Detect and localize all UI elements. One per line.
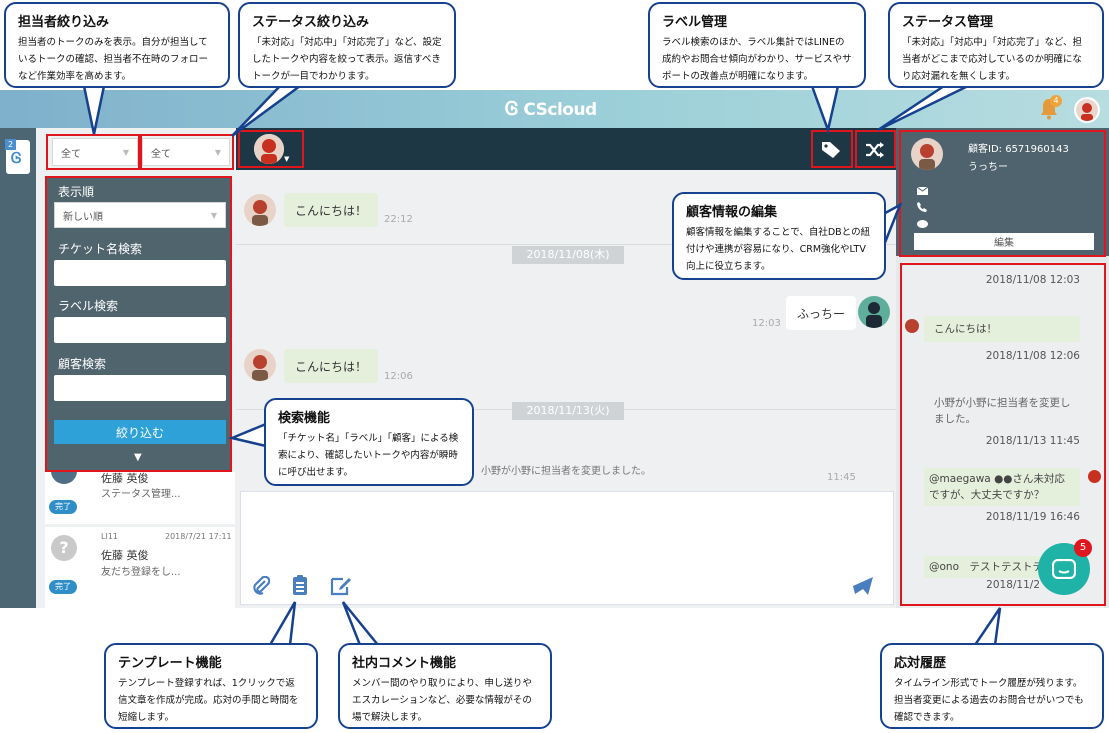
- callout-title: テンプレート機能: [118, 656, 222, 671]
- collapse-arrow-icon[interactable]: ▼: [134, 452, 142, 463]
- callout-status-filter: ステータス絞り込み 「未対応」「対応中」「対応完了」など、設定したトークや内容を…: [238, 2, 456, 88]
- callout-assignee-filter: 担当者絞り込み 担当者のトークのみを表示。自分が担当しているトークの確認、担当者…: [4, 2, 230, 88]
- bell-badge: 4: [1050, 95, 1062, 107]
- system-message: 小野が小野に担当者を変更しました。: [481, 466, 651, 477]
- bell-icon[interactable]: 4: [1040, 95, 1062, 120]
- user-avatar[interactable]: [1074, 97, 1100, 123]
- callout-title: ステータス管理: [902, 15, 994, 30]
- callout-body: テンプレート登録すれば、1クリックで返信文章を作成が完成。応対の手間と時間を短縮…: [118, 678, 299, 723]
- apply-filter-button[interactable]: 絞り込む: [54, 420, 226, 444]
- ticket-date: 2018/7/21 17:11: [165, 532, 232, 541]
- customer-search-input[interactable]: [54, 375, 226, 401]
- callout-label-management: ラベル管理 ラベル検索のほか、ラベル集計ではLINEの成約やお問合せ傾向がわかり…: [648, 2, 866, 88]
- avatar: [1088, 470, 1101, 483]
- label-search-label: ラベル検索: [58, 299, 119, 313]
- ticket-snippet: ステータス管理...: [101, 489, 181, 500]
- callout-title: ラベル管理: [662, 15, 728, 30]
- contact-avatar[interactable]: [254, 134, 284, 164]
- timeline-time: 2018/11/08 12:03: [985, 274, 1080, 286]
- date-separator: 2018/11/13(火): [512, 402, 624, 420]
- callout-history: 応対履歴 タイムライン形式でトーク履歴が残ります。担当者変更による過去のお問合せ…: [880, 643, 1104, 729]
- label-search-input[interactable]: [54, 317, 226, 343]
- timeline-message: @ono テストテストテ: [924, 556, 1042, 578]
- message-time: 11:45: [827, 472, 856, 483]
- chevron-down-icon: ▼: [210, 210, 217, 220]
- callout-body: ラベル検索のほか、ラベル集計ではLINEの成約やお問合せ傾向がわかり、サービスや…: [662, 37, 852, 82]
- customer-avatar: [911, 138, 943, 170]
- shuffle-icon[interactable]: [858, 134, 892, 166]
- customer-name: うっちー: [968, 162, 1008, 173]
- avatar: ?: [51, 535, 77, 561]
- timeline-message: @maegawa ●●さん未対応ですが、大丈夫ですか？: [924, 468, 1080, 506]
- timeline-time: 2018/11/19 16:46: [985, 511, 1080, 523]
- edit-customer-button[interactable]: 編集: [914, 233, 1094, 250]
- callout-internal-comment: 社内コメント機能 メンバー間のやり取りにより、申し送りやエスカレーションなど、必…: [338, 643, 552, 729]
- chevron-down-icon[interactable]: ▼: [284, 155, 289, 163]
- callout-title: 検索機能: [278, 411, 331, 426]
- customer-search-label: 顧客検索: [58, 357, 107, 371]
- ticket-search-label: チケット名検索: [58, 242, 143, 256]
- message-time: 22:12: [384, 214, 413, 225]
- chevron-down-icon: ▼: [214, 147, 221, 157]
- timeline-time: 2018/11/13 11:45: [985, 435, 1080, 447]
- ticket-id: LI11: [101, 532, 118, 541]
- customer-id: 顧客ID: 6571960143: [968, 144, 1069, 155]
- feature-overview: Ꮆ CScloud 4 2 Ꮆ 全て ▼ 全て ▼ 佐藤 英俊 ステータス管理...…: [0, 0, 1109, 733]
- ticket-item[interactable]: 佐藤 英俊 ステータス管理... 完了: [45, 466, 235, 524]
- message-bubble: こんにちは！: [284, 193, 379, 227]
- timeline-time: 2018/11/2: [986, 579, 1040, 591]
- timeline-message: こんにちは！: [924, 316, 1080, 342]
- date-separator: 2018/11/08(木): [512, 246, 624, 264]
- callout-body: メンバー間のやり取りにより、申し送りやエスカレーションなど、必要な情報がその場で…: [352, 678, 532, 723]
- tag-icon[interactable]: [814, 134, 848, 166]
- timeline-message: 小野が小野に担当者を変更しました。: [934, 397, 1071, 425]
- chat-header: [236, 128, 896, 170]
- callout-body: タイムライン形式でトーク履歴が残ります。担当者変更による過去のお問合せがいつでも…: [894, 678, 1084, 723]
- sort-label: 表示順: [58, 185, 95, 199]
- status-badge: 完了: [49, 580, 77, 594]
- assignee-filter-select[interactable]: 全て ▼: [52, 138, 138, 166]
- contact-avatar: [244, 349, 276, 381]
- agent-avatar: [858, 296, 890, 328]
- callout-body: 「未対応」「対応中」「対応完了」など、設定したトークや内容を絞って表示。返信すべ…: [252, 37, 442, 82]
- message-time: 12:03: [752, 318, 781, 329]
- chat-icon: [917, 214, 928, 233]
- avatar: [905, 319, 919, 333]
- ticket-name: 佐藤 英俊: [101, 472, 149, 485]
- template-icon[interactable]: [292, 574, 308, 600]
- callout-body: 顧客情報を編集することで、自社DBとの紐付けや連携が容易になり、CRM強化やLT…: [686, 227, 871, 272]
- send-icon[interactable]: [852, 576, 874, 600]
- comment-icon[interactable]: [330, 574, 352, 600]
- message-bubble: こんにちは！: [284, 349, 379, 383]
- timeline-time: 2018/11/08 12:06: [985, 350, 1080, 362]
- workspace-icon[interactable]: 2 Ꮆ: [5, 139, 30, 174]
- callout-title: 顧客情報の編集: [686, 205, 778, 220]
- callout-customer-edit: 顧客情報の編集 顧客情報を編集することで、自社DBとの紐付けや連携が容易になり、…: [672, 192, 886, 280]
- side-rail: [0, 128, 36, 608]
- message-time: 12:06: [384, 371, 413, 382]
- chat-widget-badge: 5: [1074, 539, 1092, 557]
- callout-template: テンプレート機能 テンプレート登録すれば、1クリックで返信文章を作成が完成。応対…: [104, 643, 318, 729]
- callout-body: 担当者のトークのみを表示。自分が担当しているトークの確認、担当者不在時のフォロー…: [18, 37, 209, 82]
- ticket-snippet: 友だち登録をし...: [101, 567, 181, 578]
- attachment-icon[interactable]: [252, 575, 271, 600]
- callout-body: 「未対応」「対応中」「対応完了」など、担当者がどこまで応対しているのか明確になり…: [902, 37, 1083, 82]
- callout-body: 「チケット名」「ラベル」「顧客」による検索により、確認したいトークや内容が瞬時に…: [278, 433, 459, 478]
- status-filter-select[interactable]: 全て ▼: [142, 138, 230, 166]
- callout-title: ステータス絞り込み: [252, 15, 370, 30]
- status-badge: 完了: [49, 500, 77, 514]
- ticket-name: 佐藤 英俊: [101, 549, 149, 562]
- callout-title: 担当者絞り込み: [18, 15, 110, 30]
- chevron-down-icon: ▼: [122, 147, 129, 157]
- ticket-search-input[interactable]: [54, 260, 226, 286]
- contact-avatar: [244, 194, 276, 226]
- callout-status-management: ステータス管理 「未対応」「対応中」「対応完了」など、担当者がどこまで応対してい…: [888, 2, 1104, 88]
- app-logo: Ꮆ CScloud: [505, 98, 597, 120]
- ticket-item[interactable]: ? LI11 2018/7/21 17:11 佐藤 英俊 友だち登録をし... …: [45, 527, 235, 608]
- callout-search: 検索機能 「チケット名」「ラベル」「顧客」による検索により、確認したいトークや内…: [264, 398, 474, 486]
- callout-title: 社内コメント機能: [352, 656, 457, 671]
- message-bubble: ふっちー: [786, 296, 857, 330]
- sort-order-select[interactable]: 新しい順 ▼: [54, 202, 226, 228]
- callout-title: 応対履歴: [894, 656, 947, 671]
